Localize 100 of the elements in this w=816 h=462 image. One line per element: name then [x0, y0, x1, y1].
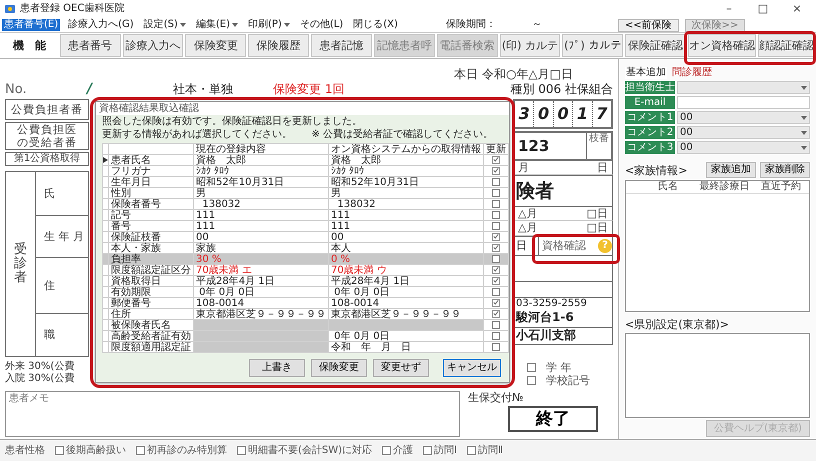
table-cell: 限度額適用認定証: [108, 342, 194, 352]
table-cell: 有効期限: [108, 286, 194, 298]
toolbar-button[interactable]: 患者番号: [60, 34, 121, 57]
minimize-button[interactable]: –: [714, 2, 744, 16]
checkbox[interactable]: [55, 446, 64, 455]
field-label: コメント1: [625, 111, 675, 124]
field-label: コメント2: [625, 126, 675, 139]
menu-item[interactable]: 設定(S): [142, 19, 188, 31]
checkbox[interactable]: [492, 200, 500, 208]
checkbox[interactable]: [237, 446, 246, 455]
select-field[interactable]: [677, 81, 810, 94]
dialog-button[interactable]: 保険変更: [311, 359, 367, 377]
checkbox[interactable]: [492, 178, 500, 186]
table-cell: 保険者番号: [108, 198, 194, 210]
checkbox[interactable]: [492, 320, 500, 328]
date-part: □日: [586, 221, 608, 235]
column-header: オン資格システムからの取得情報: [328, 144, 484, 154]
checkbox[interactable]: [492, 188, 500, 196]
nav-button[interactable]: <<前保険: [618, 18, 679, 32]
date-text: 本日 令和○年△月□日: [454, 66, 573, 82]
finish-button[interactable]: 終了: [508, 406, 598, 432]
column-header: 更新: [484, 144, 508, 154]
maximize-button[interactable]: □: [748, 2, 778, 16]
checkbox[interactable]: [492, 156, 500, 164]
menu-item[interactable]: 診療入力へ(G): [66, 19, 136, 31]
checkbox[interactable]: [492, 298, 500, 306]
table-cell: 0年 0月 0日: [194, 286, 328, 298]
number-label: No.: [5, 82, 28, 98]
checkbox[interactable]: [492, 232, 500, 240]
ratio-text: 入院 30%(公費: [5, 373, 74, 385]
close-button[interactable]: ×: [782, 2, 812, 16]
toolbar-button[interactable]: 診療入力へ: [122, 34, 184, 57]
checkbox[interactable]: [492, 254, 500, 262]
checkbox[interactable]: [382, 446, 392, 455]
table-cell: 昭和52年10月31日: [328, 176, 484, 188]
select-field[interactable]: 00: [677, 111, 810, 124]
family-button[interactable]: 家族追加: [706, 162, 756, 178]
toolbar-button[interactable]: 患者記憶: [311, 34, 372, 57]
checkbox[interactable]: [492, 310, 500, 318]
checkbox[interactable]: [423, 446, 432, 455]
dialog-button[interactable]: 上書き: [249, 359, 305, 377]
digit-cell: 0: [554, 101, 574, 127]
note-text: ※ 公費は受給者証で確認してください。: [311, 129, 493, 141]
checkbox[interactable]: [527, 363, 536, 372]
toolbar-button[interactable]: (ﾌﾟ) カルテ: [562, 34, 624, 57]
caret-icon: [284, 23, 290, 27]
column-header: 直近予約: [760, 181, 802, 194]
dialog-button[interactable]: キャンセル: [443, 359, 501, 377]
panel-tab[interactable]: 問診履歴: [671, 67, 713, 79]
window-title: 患者登録 OEC歯科医院: [20, 3, 124, 15]
caret-icon: [801, 86, 807, 90]
table-cell: 138032: [194, 198, 328, 210]
checkbox[interactable]: [492, 222, 500, 230]
message-text: 照会した保険は有効です。保険証確認日を更新しました。: [101, 115, 363, 128]
menu-item[interactable]: 編集(E): [194, 19, 240, 31]
toolbar-button[interactable]: オン資格確認: [688, 34, 756, 57]
panel-tab[interactable]: 基本追加: [625, 67, 667, 79]
toolbar-button[interactable]: 保険証確認: [625, 34, 686, 57]
table-cell: 資格取得日: [108, 276, 194, 286]
memo-field[interactable]: 患者メモ: [5, 391, 460, 437]
toolbar-button[interactable]: (印) カルテ: [500, 34, 560, 57]
option-label: 介護: [393, 444, 414, 456]
text-field[interactable]: [677, 96, 810, 109]
checkbox[interactable]: [492, 210, 500, 218]
checkbox[interactable]: [492, 276, 500, 284]
option-label: 後期高齢扱い: [66, 444, 126, 456]
status-badge: ?: [598, 238, 612, 253]
table-cell: 70歳未満 ウ: [328, 264, 484, 276]
menu-item[interactable]: その他(L): [298, 19, 346, 31]
digit-cell: 0: [534, 101, 554, 127]
select-field[interactable]: 00: [677, 126, 810, 139]
select-value: 00: [680, 127, 693, 138]
checkbox[interactable]: [527, 376, 536, 386]
checkbox[interactable]: [492, 166, 500, 174]
checkbox[interactable]: [136, 446, 145, 455]
toolbar-button[interactable]: 保険履歴: [248, 34, 310, 57]
table-cell: 0年 0月 0日: [328, 330, 484, 342]
toolbar-button[interactable]: 顔認証確認: [758, 34, 815, 57]
change-count: 保険変更 1回: [273, 82, 344, 97]
family-button[interactable]: 家族削除: [760, 162, 810, 178]
select-field[interactable]: 00: [677, 141, 810, 154]
checkbox[interactable]: [492, 288, 500, 296]
table-cell: 111: [194, 220, 328, 232]
menu-item[interactable]: 患者番号(E): [2, 19, 60, 31]
menu-item[interactable]: 印刷(P): [246, 19, 292, 31]
checkbox[interactable]: [492, 342, 500, 350]
checkbox[interactable]: [467, 446, 476, 455]
table-cell: ｼｶｸ ﾀﾛｳ: [194, 166, 328, 176]
menu-item[interactable]: 閉じる(X): [351, 19, 400, 31]
toolbar-button[interactable]: 保険変更: [185, 34, 246, 57]
section-label: 機 能: [12, 38, 47, 54]
table-cell: 108-0014: [194, 298, 328, 308]
table-cell: 108-0014: [328, 298, 484, 308]
dialog-button[interactable]: 変更せず: [373, 359, 429, 377]
checkbox[interactable]: [492, 244, 500, 252]
date-part: △月: [518, 221, 538, 235]
checkbox[interactable]: [492, 266, 500, 274]
checkbox[interactable]: [492, 332, 500, 340]
number-mark: /: [87, 81, 94, 98]
table-cell: 138032: [328, 198, 484, 210]
